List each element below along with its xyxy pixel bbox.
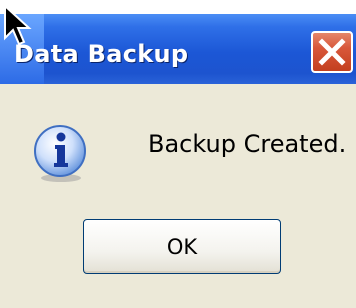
ok-button[interactable]: OK (83, 219, 281, 274)
title-bar[interactable]: Data Backup (0, 14, 356, 84)
close-x-icon (318, 38, 346, 66)
background-window-strip (0, 0, 356, 14)
mouse-cursor-icon (4, 4, 32, 46)
info-icon (34, 125, 86, 182)
dialog-body (0, 84, 356, 308)
close-button[interactable] (311, 31, 353, 73)
dialog-message: Backup Created. (148, 130, 347, 158)
window-title: Data Backup (14, 40, 189, 68)
